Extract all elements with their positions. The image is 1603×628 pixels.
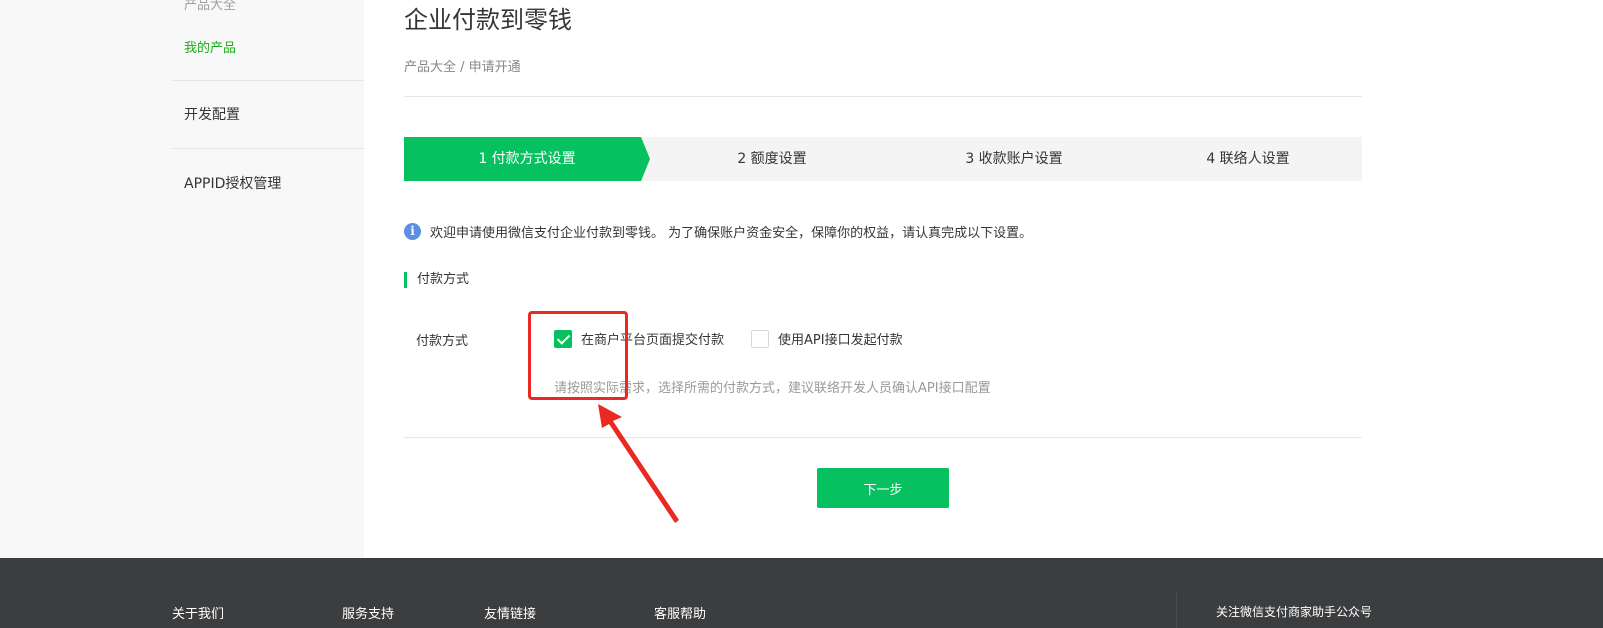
welcome-notice: i 欢迎申请使用微信支付企业付款到零钱。 为了确保账户资金安全，保障你的权益，请… xyxy=(404,222,1032,241)
footer-link-help[interactable]: 客服帮助 xyxy=(654,603,706,622)
sidebar-item-product-catalog[interactable]: 产品大全 xyxy=(184,0,236,13)
section-title: 付款方式 xyxy=(404,272,469,288)
step-limit-settings[interactable]: 2 额度设置 xyxy=(650,137,894,181)
footer-link-support[interactable]: 服务支持 xyxy=(342,603,394,622)
footer-follow-text: 关注微信支付商家助手公众号 xyxy=(1216,605,1373,619)
sidebar-item-my-products[interactable]: 我的产品 xyxy=(184,37,236,56)
sidebar-item-dev-config[interactable]: 开发配置 xyxy=(184,104,240,124)
sidebar-item-appid-manage[interactable]: APPID授权管理 xyxy=(184,173,281,193)
step-receiving-account[interactable]: 3 收款账户设置 xyxy=(894,137,1134,181)
sidebar-divider xyxy=(172,148,364,149)
step-progress-bar: 1 付款方式设置 2 额度设置 3 收款账户设置 4 联络人设置 xyxy=(404,137,1362,181)
step-payment-method[interactable]: 1 付款方式设置 xyxy=(404,137,650,181)
payment-method-label: 付款方式 xyxy=(416,334,469,349)
step-contact-settings[interactable]: 4 联络人设置 xyxy=(1134,137,1362,181)
footer-link-friends[interactable]: 友情链接 xyxy=(484,603,536,622)
footer-link-about[interactable]: 关于我们 xyxy=(172,603,224,622)
notice-text: 欢迎申请使用微信支付企业付款到零钱。 为了确保账户资金安全，保障你的权益，请认真… xyxy=(430,226,1033,241)
form-divider xyxy=(404,437,1362,438)
footer-divider xyxy=(1176,592,1177,628)
sidebar-divider xyxy=(172,80,364,81)
checkbox-api[interactable] xyxy=(751,329,769,348)
option-api-label: 使用API接口发起付款 xyxy=(778,333,903,348)
info-icon: i xyxy=(404,223,421,240)
sidebar: 产品大全 我的产品 开发配置 APPID授权管理 xyxy=(0,0,364,558)
breadcrumb-separator: / xyxy=(456,60,469,75)
annotation-highlight-box xyxy=(528,311,628,400)
breadcrumb-root-link[interactable]: 产品大全 xyxy=(404,60,456,75)
footer: 关于我们 服务支持 友情链接 客服帮助 关注微信支付商家助手公众号 xyxy=(0,558,1603,628)
breadcrumb: 产品大全 / 申请开通 xyxy=(404,56,521,75)
page-title: 企业付款到零钱 xyxy=(404,6,572,34)
option-api[interactable]: 使用API接口发起付款 xyxy=(751,329,903,348)
breadcrumb-current: 申请开通 xyxy=(468,60,521,75)
header-divider xyxy=(404,96,1362,97)
annotation-arrow-icon xyxy=(598,404,679,523)
next-step-button[interactable]: 下一步 xyxy=(817,468,949,508)
